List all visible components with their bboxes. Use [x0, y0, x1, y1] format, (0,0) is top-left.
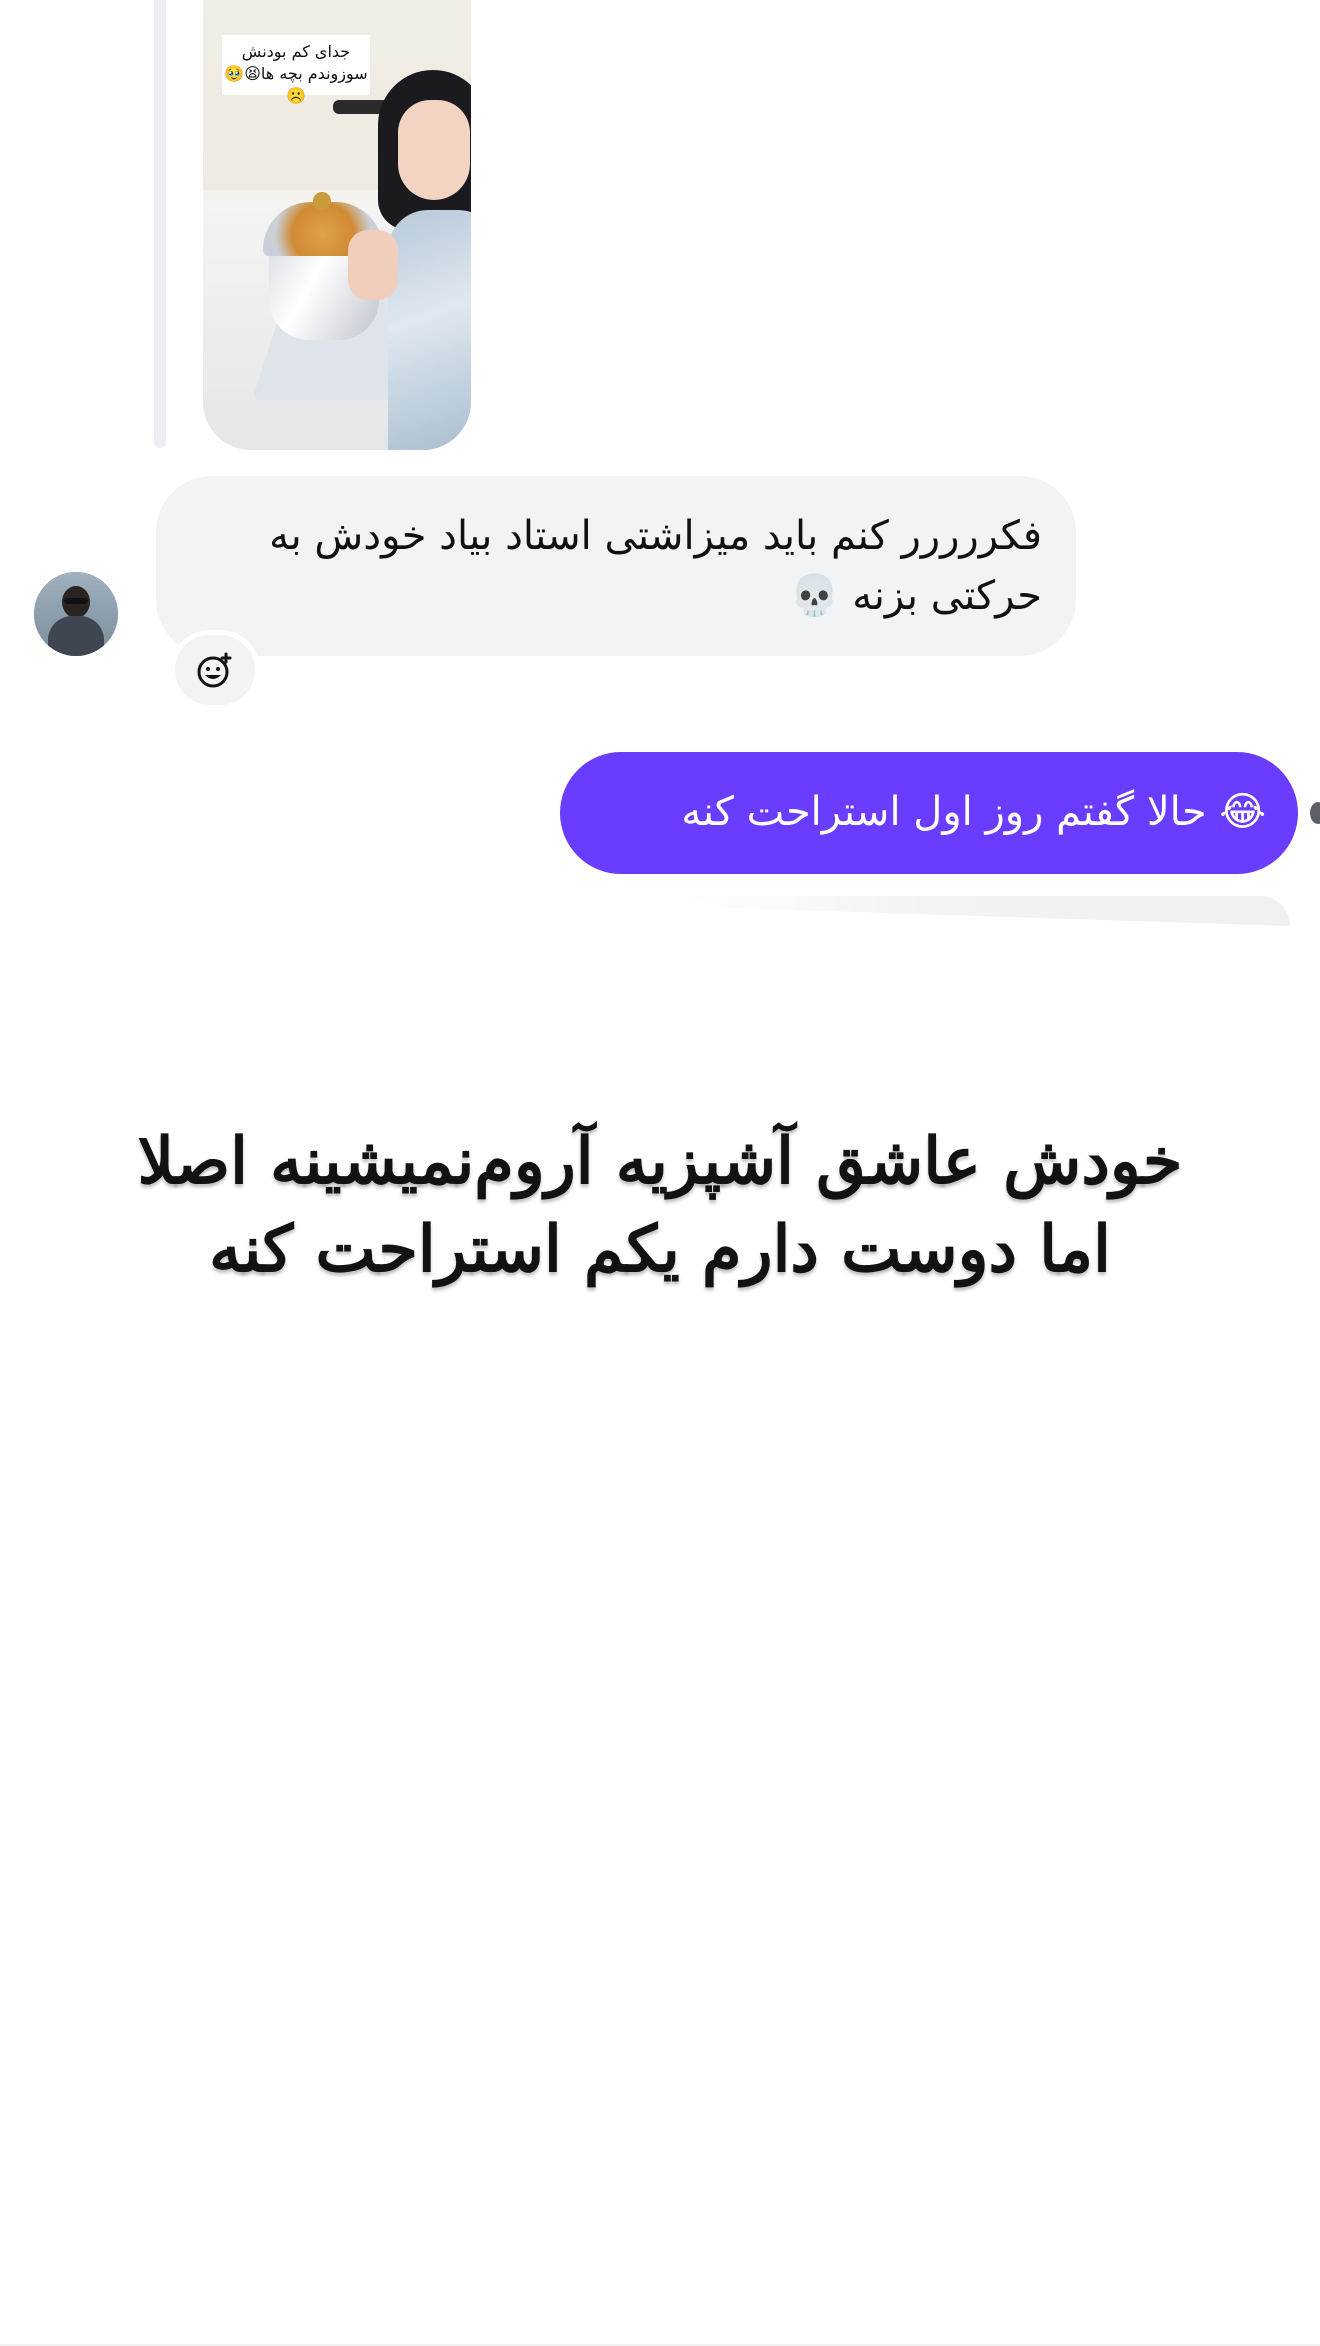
reply-quote-bar: [154, 0, 166, 448]
story-reply-thumbnail[interactable]: جدای کم بودنش سوزوندم بچه ها😫🥹☹️: [203, 0, 471, 450]
outgoing-message-bubble[interactable]: 😂 حالا گفتم روز اول استراحت کنه: [560, 752, 1298, 874]
story-caption-line-2: سوزوندم بچه ها😫🥹☹️: [224, 64, 368, 105]
story-person-hand: [348, 230, 398, 300]
avatar-sunglasses: [64, 598, 88, 604]
add-reaction-icon: [197, 652, 232, 688]
story-person-face: [398, 100, 470, 200]
story-caption-line-1: جدای کم بودنش: [241, 42, 351, 61]
outgoing-message-text: 😂 حالا گفتم روز اول استراحت کنه: [681, 789, 1266, 835]
avatar-body: [48, 616, 104, 656]
story-lid-knob: [313, 192, 331, 210]
overlay-caption: خودش عاشق آشپزیه آروم‌نمیشینه اصلا اما د…: [60, 1118, 1260, 1294]
overlay-caption-line-1: خودش عاشق آشپزیه آروم‌نمیشینه اصلا: [137, 1124, 1183, 1199]
sender-avatar[interactable]: [34, 572, 118, 656]
message-status-indicator: [1310, 802, 1320, 824]
story-person: [348, 70, 471, 450]
overlay-caption-line-2: اما دوست دارم یکم استراحت کنه: [209, 1212, 1111, 1287]
incoming-message-bubble[interactable]: فکررررر کنم باید میزاشتی استاد بیاد خودش…: [156, 476, 1076, 656]
story-person-body: [388, 210, 471, 450]
add-reaction-button[interactable]: [170, 630, 260, 710]
story-caption: جدای کم بودنش سوزوندم بچه ها😫🥹☹️: [222, 35, 370, 105]
incoming-message-text: فکررررر کنم باید میزاشتی استاد بیاد خودش…: [269, 513, 1042, 619]
bubble-edge: [680, 896, 1290, 926]
